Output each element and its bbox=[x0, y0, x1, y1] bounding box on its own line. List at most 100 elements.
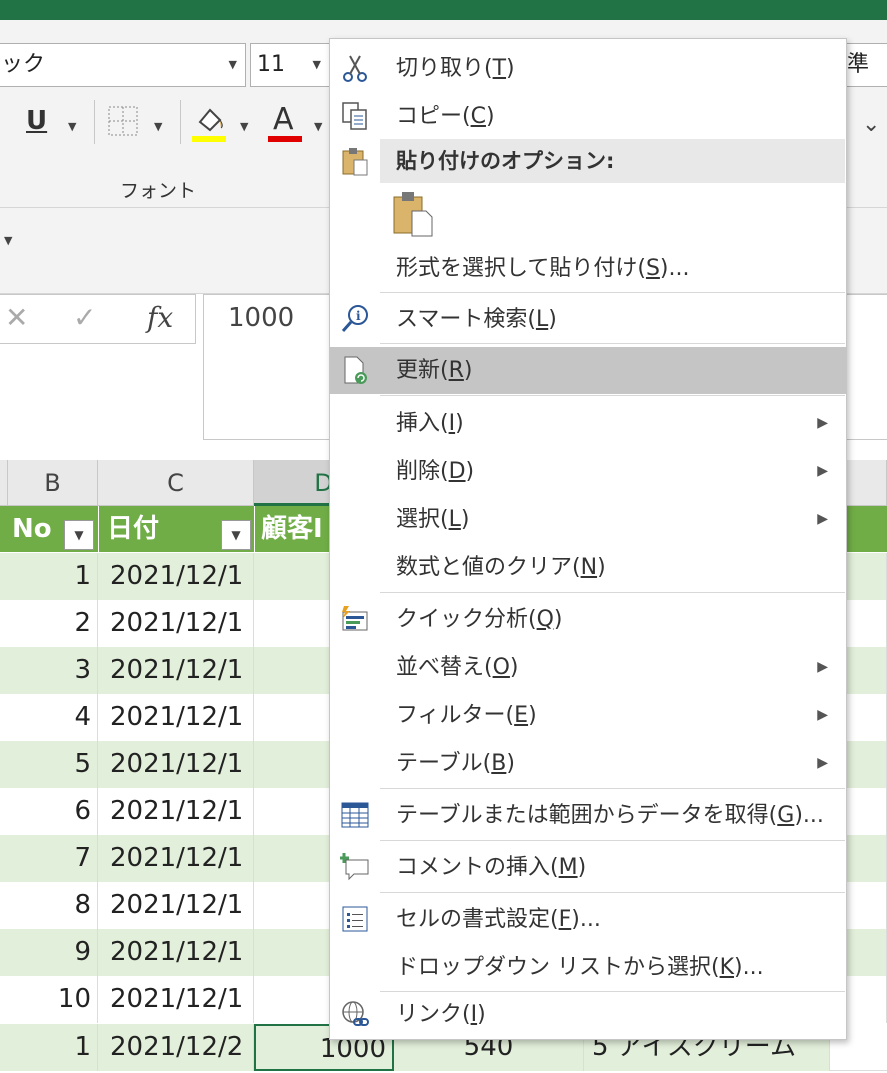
menu-separator bbox=[380, 840, 845, 841]
column-header-c[interactable]: C bbox=[98, 460, 254, 506]
font-name-value: ック bbox=[1, 52, 46, 77]
cell-date[interactable]: 2021/12/1 bbox=[98, 694, 254, 741]
menu-item-copy[interactable]: コピー(C) bbox=[330, 93, 846, 140]
menu-item-format-cells[interactable]: セルの書式設定(F)... bbox=[330, 896, 846, 943]
borders-icon[interactable] bbox=[108, 106, 138, 136]
cell-no[interactable]: 5 bbox=[0, 741, 98, 788]
menu-item-select[interactable]: 選択(L) ▶ bbox=[330, 496, 846, 543]
menu-item-quick-analysis[interactable]: クイック分析(Q) bbox=[330, 596, 846, 643]
menu-label: フィルター(E) bbox=[396, 703, 537, 728]
divider bbox=[94, 100, 95, 144]
cell-no[interactable]: 7 bbox=[0, 835, 98, 882]
context-menu: 切り取り(T) コピー(C) 貼り付けのオプション: 形式を選択して貼り付け(S… bbox=[329, 38, 847, 1040]
chevron-down-icon[interactable]: ▼ bbox=[154, 120, 162, 133]
chevron-down-icon[interactable]: ▼ bbox=[4, 234, 12, 247]
menu-section-paste-options: 貼り付けのオプション: bbox=[330, 139, 846, 183]
link-icon bbox=[342, 1001, 369, 1026]
cell-no[interactable]: 9 bbox=[0, 929, 98, 976]
underline-button[interactable]: U bbox=[26, 106, 47, 136]
chevron-down-icon: ▼ bbox=[312, 58, 321, 71]
insert-function-button[interactable]: fx bbox=[147, 301, 173, 334]
menu-label: 更新(R) bbox=[396, 358, 473, 383]
cell-date[interactable]: 2021/12/1 bbox=[98, 835, 254, 882]
menu-label: 数式と値のクリア(N) bbox=[396, 555, 606, 580]
menu-separator bbox=[380, 343, 845, 344]
menu-label: テーブル(B) bbox=[396, 751, 515, 776]
cell-no[interactable]: 1 bbox=[0, 553, 98, 600]
cancel-icon[interactable]: ✕ bbox=[5, 301, 28, 334]
formula-value: 1000 bbox=[228, 303, 295, 333]
font-color-swatch bbox=[268, 136, 302, 142]
menu-label: コピー(C) bbox=[396, 104, 495, 129]
cell-date[interactable]: 2021/12/1 bbox=[98, 929, 254, 976]
cell-no[interactable]: 10 bbox=[0, 976, 98, 1023]
menu-item-refresh[interactable]: 更新(R) bbox=[330, 347, 846, 394]
cell-no[interactable]: 1 bbox=[0, 1024, 98, 1071]
menu-item-sort[interactable]: 並べ替え(O) ▶ bbox=[330, 644, 846, 691]
menu-item-cut[interactable]: 切り取り(T) bbox=[330, 45, 846, 92]
menu-item-link[interactable]: リンク(I) bbox=[330, 991, 846, 1038]
menu-item-clear[interactable]: 数式と値のクリア(N) bbox=[330, 544, 846, 591]
cell-no[interactable]: 3 bbox=[0, 647, 98, 694]
menu-item-filter[interactable]: フィルター(E) ▶ bbox=[330, 692, 846, 739]
title-bar bbox=[0, 0, 887, 20]
cell-no[interactable]: 6 bbox=[0, 788, 98, 835]
table-header-date[interactable]: 日付 ▼ bbox=[98, 506, 254, 552]
filter-dropdown-icon[interactable]: ▼ bbox=[64, 520, 94, 550]
font-color-button[interactable]: A bbox=[268, 102, 302, 142]
check-icon[interactable]: ✓ bbox=[73, 301, 96, 334]
filter-dropdown-icon[interactable]: ▼ bbox=[221, 520, 251, 550]
cell-date[interactable]: 2021/12/2 bbox=[98, 1024, 254, 1071]
chevron-down-icon: ▼ bbox=[228, 58, 237, 71]
column-header-b[interactable]: B bbox=[8, 460, 98, 506]
menu-label: 選択(L) bbox=[396, 507, 470, 532]
menu-label: スマート検索(L) bbox=[396, 307, 557, 332]
menu-item-smart-lookup[interactable]: i スマート検索(L) bbox=[330, 296, 846, 343]
menu-separator bbox=[380, 395, 845, 396]
column-header[interactable] bbox=[0, 460, 8, 506]
menu-separator bbox=[380, 592, 845, 593]
cell-date[interactable]: 2021/12/1 bbox=[98, 788, 254, 835]
chevron-down-icon[interactable]: ▼ bbox=[240, 120, 248, 133]
font-color-label: A bbox=[273, 102, 294, 137]
menu-label: ドロップダウン リストから選択(K)... bbox=[396, 955, 764, 980]
menu-label: コメントの挿入(M) bbox=[396, 855, 587, 880]
cell-no[interactable]: 4 bbox=[0, 694, 98, 741]
ribbon-overflow[interactable]: ⌄ bbox=[862, 112, 880, 137]
smart-lookup-icon: i bbox=[341, 305, 368, 332]
cell-date[interactable]: 2021/12/1 bbox=[98, 553, 254, 600]
font-size-value: 11 bbox=[257, 52, 285, 77]
cell-date[interactable]: 2021/12/1 bbox=[98, 741, 254, 788]
paste-icon[interactable] bbox=[392, 191, 434, 237]
formula-buttons: ✕ ✓ fx bbox=[0, 294, 196, 344]
menu-label: 並べ替え(O) bbox=[396, 655, 519, 680]
chevron-down-icon[interactable]: ▼ bbox=[68, 120, 76, 133]
font-size-box[interactable]: 11 ▼ bbox=[250, 43, 330, 87]
menu-item-insert-comment[interactable]: コメントの挿入(M) bbox=[330, 844, 846, 891]
menu-item-insert[interactable]: 挿入(I) ▶ bbox=[330, 400, 846, 447]
cell-date[interactable]: 2021/12/1 bbox=[98, 647, 254, 694]
menu-item-table[interactable]: テーブル(B) ▶ bbox=[330, 740, 846, 787]
cell-date[interactable]: 2021/12/1 bbox=[98, 976, 254, 1023]
refresh-icon bbox=[344, 356, 367, 384]
menu-label: リンク(I) bbox=[396, 1002, 486, 1027]
menu-item-dropdown-list[interactable]: ドロップダウン リストから選択(K)... bbox=[330, 944, 846, 991]
menu-item-delete[interactable]: 削除(D) ▶ bbox=[330, 448, 846, 495]
paste-options-header: 貼り付けのオプション: bbox=[380, 139, 845, 183]
menu-label: 削除(D) bbox=[396, 459, 475, 484]
menu-item-get-data[interactable]: テーブルまたは範囲からデータを取得(G)... bbox=[330, 792, 846, 839]
cell-date[interactable]: 2021/12/1 bbox=[98, 882, 254, 929]
cell-no[interactable]: 8 bbox=[0, 882, 98, 929]
font-name-box[interactable]: ック ▼ bbox=[0, 43, 246, 87]
cell-no[interactable]: 2 bbox=[0, 600, 98, 647]
chevron-down-icon[interactable]: ▼ bbox=[314, 120, 322, 133]
menu-item-paste-special[interactable]: 形式を選択して貼り付け(S)... bbox=[330, 245, 846, 292]
fill-color-icon[interactable] bbox=[192, 104, 228, 142]
cell-date[interactable]: 2021/12/1 bbox=[98, 600, 254, 647]
menu-separator bbox=[380, 292, 845, 293]
ribbon-group-label: フォント bbox=[120, 180, 197, 202]
number-format-box[interactable]: 準 bbox=[846, 43, 887, 87]
table-header-no[interactable]: No ▼ bbox=[0, 506, 98, 552]
menu-label: 挿入(I) bbox=[396, 411, 464, 436]
submenu-arrow-icon: ▶ bbox=[817, 707, 828, 723]
